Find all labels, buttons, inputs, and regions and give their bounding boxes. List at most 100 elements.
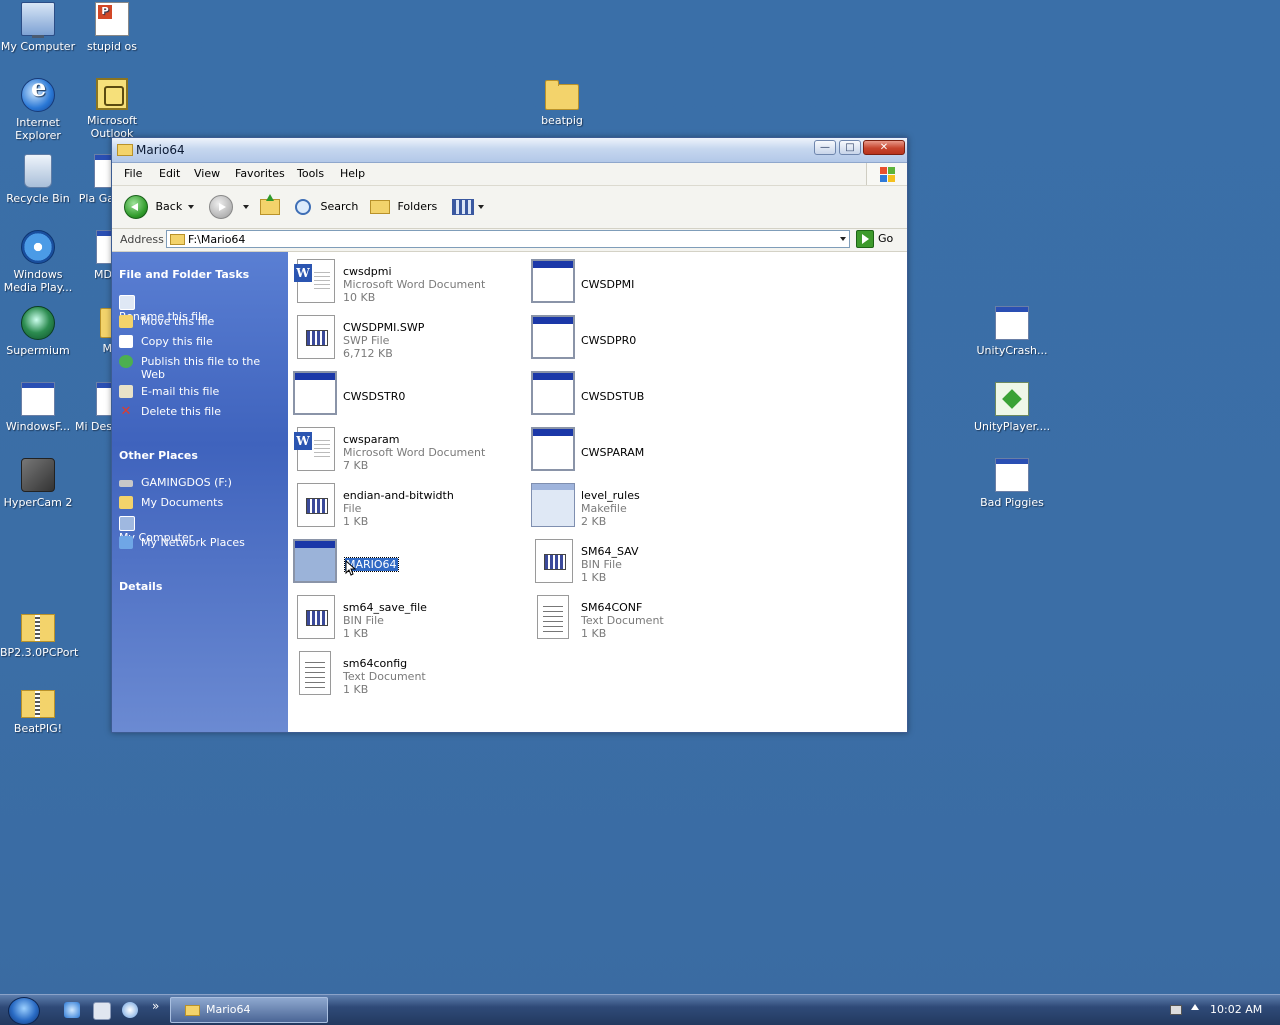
desktop-icon-bp230pcport[interactable]: BP2.3.0PCPort [0,610,78,659]
file-size: 1 KB [581,627,607,640]
task-move-file[interactable]: Move this file [119,315,279,328]
desktop-icon-windows-media-player[interactable]: Windows Media Play... [0,230,76,294]
file-item[interactable]: CWSDSTUB [527,368,757,420]
clock[interactable]: 10:02 AM [1210,1003,1262,1016]
windows-flag-icon [866,163,907,185]
desktop-icon-mi-des[interactable]: Mi Des [74,382,112,433]
forward-history-dropdown[interactable] [243,195,249,219]
desktop-icon-stupid-os[interactable]: stupid os [74,2,150,53]
globe-icon [119,355,133,368]
shortcut-icon [96,382,112,416]
show-desktop-icon[interactable] [93,1002,111,1020]
explorer-window: Mario64 — □ ✕ File Edit View Favorites T… [111,137,908,733]
binary-file-icon [297,483,335,527]
file-size: 1 KB [343,683,369,696]
application-icon [995,458,1029,492]
chevron-down-icon[interactable] [840,237,846,241]
file-item[interactable]: level_rules Makefile 2 KB [527,480,757,532]
desktop-icon-label: UnityPlayer.... [974,420,1051,433]
desktop-icon-beatpig-zip[interactable]: BeatPIG! [0,686,76,735]
menu-view[interactable]: View [194,167,220,180]
file-item[interactable]: cwsdpmi Microsoft Word Document 10 KB [289,256,519,308]
internet-explorer-icon[interactable] [64,1002,80,1018]
address-input[interactable]: F:\Mario64 [166,230,850,248]
browser-icon[interactable] [122,1002,138,1018]
input-method-icon[interactable] [1170,1005,1182,1015]
desktop-icon-hypercam[interactable]: HyperCam 2 [0,458,76,509]
menu-tools[interactable]: Tools [297,167,324,180]
desktop-icon-beatpig-folder[interactable]: beatpig [524,78,600,127]
forward-button[interactable] [209,195,233,219]
file-size: 6,712 KB [343,347,393,360]
file-item[interactable]: cwsparam Microsoft Word Document 7 KB [289,424,519,476]
desktop-icon-outlook[interactable]: Microsoft Outlook [74,78,150,140]
games-icon [94,154,112,188]
rename-icon [119,295,135,310]
desktop-icon-games[interactable]: Pla Ga [74,154,114,205]
quicklaunch-more-button[interactable]: » [152,999,159,1013]
desktop-icon-internet-explorer[interactable]: Internet Explorer [0,78,76,142]
file-item[interactable]: SM64_SAV BIN File 1 KB [527,536,757,588]
desktop-icon-label: Supermium [6,344,70,357]
start-button[interactable] [8,997,40,1025]
back-button[interactable]: Back [124,195,182,219]
menu-help[interactable]: Help [340,167,365,180]
place-gamingdos-drive[interactable]: GAMINGDOS (F:) [119,476,279,489]
chevron-down-icon [243,205,249,209]
desktop-icon-supermium[interactable]: Supermium [0,306,76,357]
desktop-icon-md[interactable]: MD [74,230,112,281]
file-type: Microsoft Word Document [343,446,486,459]
task-delete-file[interactable]: ✕ Delete this file [119,405,279,418]
menu-edit[interactable]: Edit [159,167,180,180]
other-places-heading[interactable]: Other Places [119,449,198,462]
file-item-selected[interactable]: MARIO64 [289,536,519,588]
desktop-icon-m-folder[interactable]: M [74,306,114,355]
file-item[interactable]: CWSDPMI.SWP SWP File 6,712 KB [289,312,519,364]
search-button[interactable]: Search [295,195,358,219]
place-my-documents[interactable]: My Documents [119,496,279,509]
menu-file[interactable]: File [124,167,142,180]
taskbar-button-mario64[interactable]: Mario64 [170,997,328,1023]
back-history-dropdown[interactable] [188,195,194,219]
desktop-icon-recycle-bin[interactable]: Recycle Bin [0,154,76,205]
network-icon [119,536,133,549]
desktop-icon-unityplayer[interactable]: UnityPlayer.... [974,382,1050,433]
views-button[interactable] [452,195,484,219]
file-item[interactable]: endian-and-bitwidth File 1 KB [289,480,519,532]
file-item[interactable]: sm64_save_file BIN File 1 KB [289,592,519,644]
hypercam-icon [21,458,55,492]
file-name: CWSDSTR0 [343,390,406,403]
desktop-icon-my-computer[interactable]: My Computer [0,2,76,53]
file-name: cwsparam [343,433,400,446]
maximize-button[interactable]: □ [839,140,861,155]
desktop-icon-bad-piggies[interactable]: Bad Piggies [974,458,1050,509]
file-item[interactable]: CWSPARAM [527,424,757,476]
task-email-file[interactable]: E-mail this file [119,385,279,398]
application-icon [531,315,575,359]
unity-dll-icon [995,382,1029,416]
file-item[interactable]: CWSDPR0 [527,312,757,364]
task-copy-file[interactable]: Copy this file [119,335,279,348]
folder-icon [117,144,133,156]
go-button[interactable]: Go [856,230,893,248]
file-folder-tasks-heading[interactable]: File and Folder Tasks [119,268,249,281]
window-titlebar[interactable]: Mario64 — □ ✕ [112,138,907,163]
details-heading[interactable]: Details [119,580,162,593]
file-item[interactable]: CWSDSTR0 [289,368,519,420]
place-my-network[interactable]: My Network Places [119,536,279,549]
menu-favorites[interactable]: Favorites [235,167,285,180]
show-hidden-icons-button[interactable] [1191,1004,1199,1010]
close-button[interactable]: ✕ [863,140,905,155]
desktop-icon-windowsf[interactable]: WindowsF... [0,382,76,433]
task-publish-web[interactable]: Publish this file to the Web [119,355,279,381]
menu-bar: File Edit View Favorites Tools Help [112,163,907,186]
folders-button[interactable]: Folders [370,195,437,219]
mouse-cursor-icon [345,560,357,576]
file-item[interactable]: sm64config Text Document 1 KB [289,648,519,700]
minimize-button[interactable]: — [814,140,836,155]
up-folder-button[interactable] [260,194,280,219]
file-item[interactable]: CWSDPMI [527,256,757,308]
desktop-icon-unitycrash[interactable]: UnityCrash... [974,306,1050,357]
file-item[interactable]: SM64CONF Text Document 1 KB [527,592,757,644]
file-name: sm64config [343,657,408,670]
